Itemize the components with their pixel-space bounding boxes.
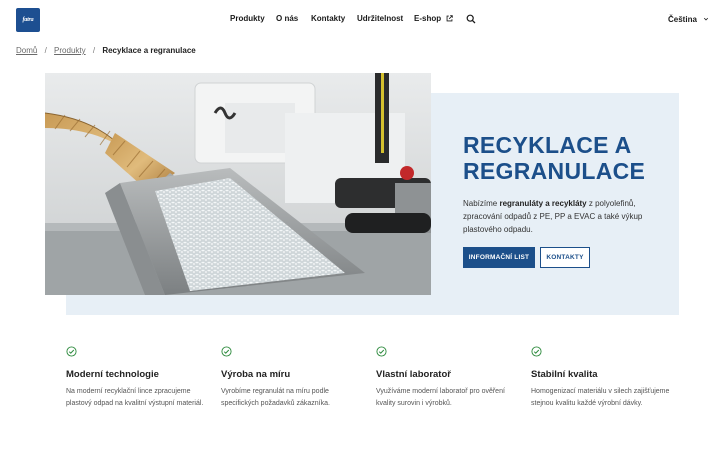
nav-item-eshop-label: E-shop — [414, 14, 442, 23]
hero-title-line2: REGRANULACE — [463, 158, 646, 184]
hero-image — [45, 73, 431, 295]
language-label: Čeština — [668, 15, 697, 24]
check-circle-icon — [66, 346, 77, 357]
check-circle-icon — [531, 346, 542, 357]
check-circle-icon — [221, 346, 232, 357]
nav-item-o-nas[interactable]: O nás — [276, 14, 298, 23]
chevron-down-icon — [704, 17, 709, 21]
feature-item: Vlastní laboratoř Využíváme moderní labo… — [376, 346, 521, 409]
breadcrumb-separator: / — [92, 46, 96, 55]
feature-title: Výroba na míru — [221, 369, 291, 380]
hero-text-bold: regranuláty a recykláty — [499, 199, 587, 208]
hero-description: Nabízíme regranuláty a recykláty z polyo… — [463, 197, 663, 236]
breadcrumb: Domů / Produkty / Recyklace a regranulac… — [16, 46, 196, 55]
nav-item-produkty[interactable]: Produkty — [230, 14, 265, 23]
feature-title: Stabilní kvalita — [531, 369, 598, 380]
feature-description: Využíváme moderní laboratoř pro ověření … — [376, 388, 505, 407]
breadcrumb-current: Recyklace a regranulace — [102, 46, 196, 55]
hero-title-line1: RECYKLACE A — [463, 132, 632, 158]
nav-item-udrzitelnost[interactable]: Udržitelnost — [357, 14, 403, 23]
contacts-button[interactable]: KONTAKTY — [540, 247, 590, 268]
feature-item: Stabilní kvalita Homogenizací materiálu … — [531, 346, 676, 409]
external-link-icon — [446, 15, 454, 22]
search-icon[interactable] — [466, 14, 476, 24]
feature-title: Vlastní laboratoř — [376, 369, 451, 380]
info-sheet-button[interactable]: INFORMAČNÍ LIST — [463, 247, 535, 268]
breadcrumb-separator: / — [44, 46, 47, 55]
check-circle-icon — [376, 346, 387, 357]
nav-item-eshop[interactable]: E-shop — [414, 14, 454, 23]
main-nav: Produkty O nás Kontakty Udržitelnost E-s… — [0, 14, 720, 28]
recycling-machine-photo — [45, 73, 431, 295]
feature-item: Moderní technologie Na moderní recyklačn… — [66, 346, 211, 409]
feature-title: Moderní technologie — [66, 369, 159, 380]
language-selector[interactable]: Čeština — [668, 15, 709, 24]
feature-description: Na moderní recyklační lince zpracujeme p… — [66, 388, 204, 407]
feature-description: Homogenizací materiálu v silech zajišťuj… — [531, 388, 670, 407]
feature-item: Výroba na míru Vyrobíme regranulát na mí… — [221, 346, 366, 409]
hero-title: RECYKLACE A REGRANULACE — [463, 132, 673, 184]
breadcrumb-link-home[interactable]: Domů — [16, 46, 37, 55]
hero-text-part1: Nabízíme — [463, 199, 500, 208]
breadcrumb-link-produkty[interactable]: Produkty — [54, 46, 86, 55]
site-header: fatra Produkty O nás Kontakty Udržitelno… — [0, 0, 720, 40]
nav-item-kontakty[interactable]: Kontakty — [311, 14, 345, 23]
feature-description: Vyrobíme regranulát na míru podle specif… — [221, 388, 330, 407]
